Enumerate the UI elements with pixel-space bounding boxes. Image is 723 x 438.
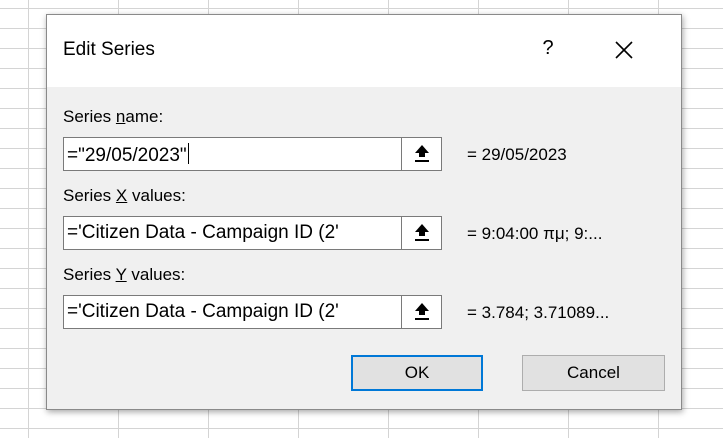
dialog-title: Edit Series [63,39,155,60]
series-name-value: ="29/05/2023" [67,145,187,166]
series-name-collapse-button[interactable] [401,137,442,171]
series-x-preview: = 9:04:00 πμ; 9:... [467,224,603,243]
series-name-input[interactable]: ="29/05/2023" [63,137,415,171]
close-icon [615,41,633,59]
help-button[interactable]: ? [533,33,563,63]
series-x-label: Series X values: [63,186,186,205]
collapse-dialog-icon [415,224,429,241]
help-icon: ? [542,37,554,59]
series-x-value: ='Citizen Data - Campaign ID (2' [67,222,339,243]
close-button[interactable] [607,33,641,67]
ok-button[interactable]: OK [351,355,483,391]
cancel-button[interactable]: Cancel [522,355,665,391]
series-x-collapse-button[interactable] [401,216,442,250]
series-y-collapse-button[interactable] [401,295,442,329]
series-x-values-input[interactable]: ='Citizen Data - Campaign ID (2' [63,216,415,250]
series-y-accelerator: Y [115,265,127,284]
collapse-dialog-icon [415,303,429,320]
series-y-values-input[interactable]: ='Citizen Data - Campaign ID (2' [63,295,415,329]
series-y-label: Series Y values: [63,265,186,284]
series-x-accelerator: X [115,186,128,205]
series-y-preview: = 3.784; 3.71089... [467,303,610,322]
edit-series-dialog: Edit Series ? Series name: ="29/05/2023"… [46,14,682,410]
collapse-dialog-icon [415,145,429,162]
series-name-preview: = 29/05/2023 [467,145,567,164]
dialog-titlebar: Edit Series ? [47,15,681,87]
series-y-value: ='Citizen Data - Campaign ID (2' [67,301,339,322]
text-cursor [187,143,189,164]
series-name-accelerator: n [115,107,126,126]
series-name-label: Series name: [63,107,164,126]
